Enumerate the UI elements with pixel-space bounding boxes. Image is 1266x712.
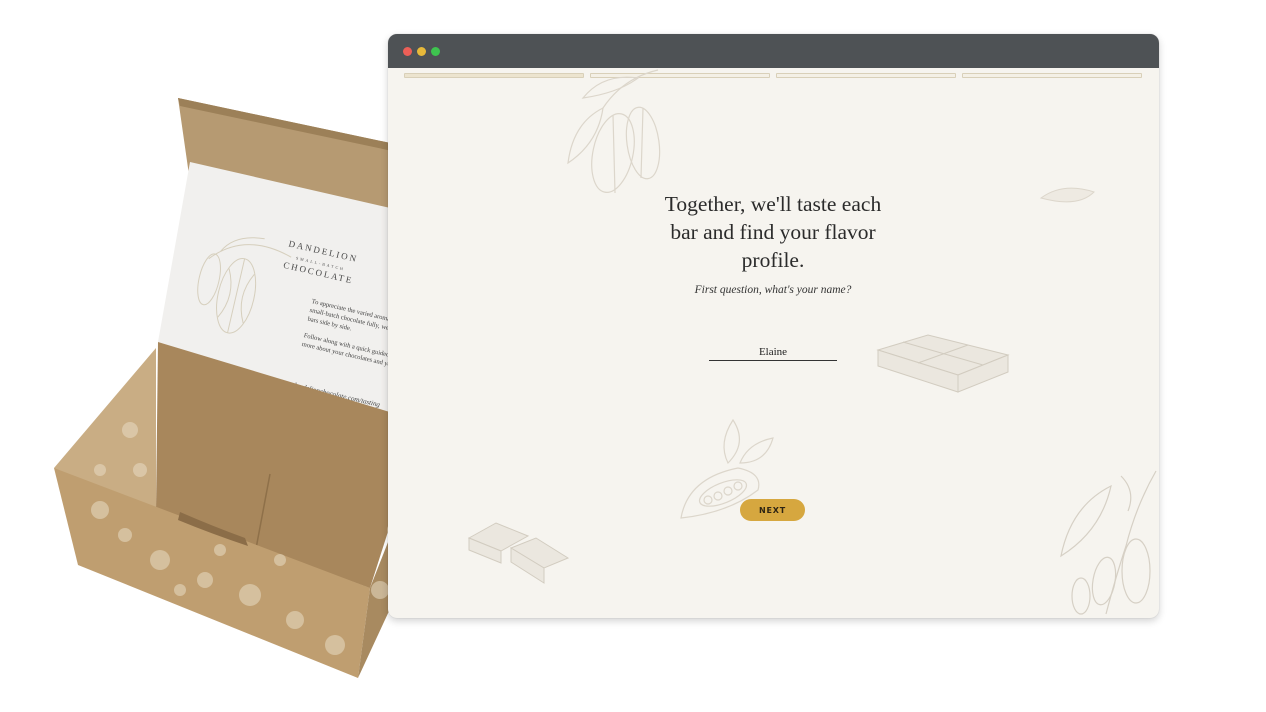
browser-titlebar bbox=[388, 34, 1159, 68]
close-window-icon[interactable] bbox=[403, 47, 412, 56]
chocolate-pieces-sketch-icon bbox=[467, 522, 570, 584]
name-question: First question, what's your name? bbox=[694, 284, 852, 296]
name-input[interactable] bbox=[709, 343, 837, 361]
next-button[interactable]: NEXT bbox=[740, 499, 805, 521]
page-content: Together, we'll taste each bar and find … bbox=[388, 68, 1159, 618]
browser-window: Together, we'll taste each bar and find … bbox=[388, 34, 1159, 618]
chocolate-bar-sketch-icon bbox=[876, 334, 1010, 393]
cacao-bean-sketch-icon bbox=[1039, 187, 1095, 203]
cacao-tree-sketch-icon bbox=[1060, 470, 1157, 615]
maximize-window-icon[interactable] bbox=[431, 47, 440, 56]
cacao-pod-sketch-icon bbox=[567, 69, 661, 194]
page-title: Together, we'll taste each bar and find … bbox=[664, 192, 882, 272]
minimize-window-icon[interactable] bbox=[417, 47, 426, 56]
